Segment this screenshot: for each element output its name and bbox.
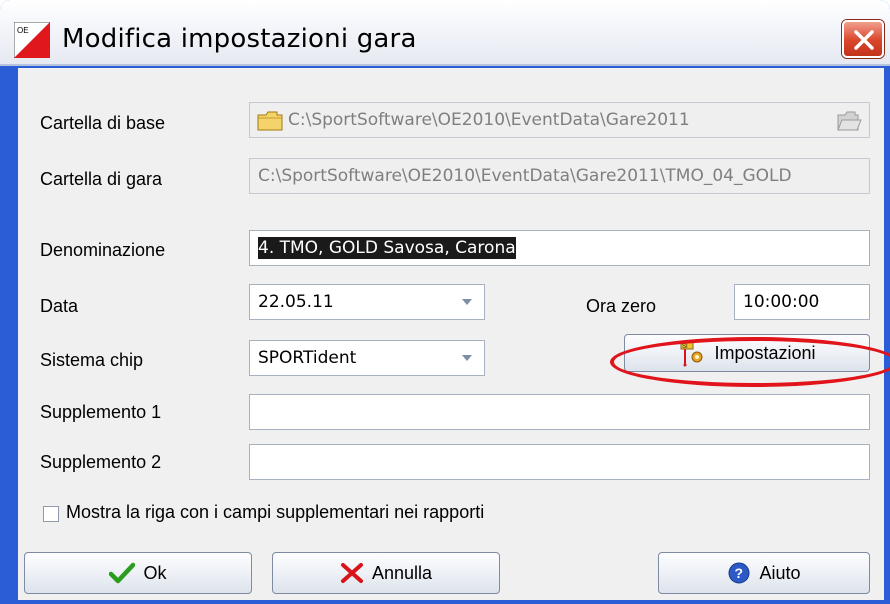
x-icon	[340, 563, 363, 583]
ok-button[interactable]: Ok	[24, 552, 252, 594]
close-icon	[854, 30, 874, 50]
chevron-down-icon[interactable]	[462, 299, 472, 305]
cartella-gara-field: C:\SportSoftware\OE2010\EventData\Gare20…	[249, 158, 870, 194]
window-bottom-border	[18, 600, 884, 604]
cartella-base-label: Cartella di base	[40, 113, 166, 133]
supplemento1-label: Supplemento 1	[40, 402, 162, 422]
chip-settings-icon: SI	[680, 340, 703, 367]
aiuto-button[interactable]: ? Aiuto	[658, 552, 870, 594]
close-button[interactable]	[842, 20, 884, 58]
browse-folder-icon[interactable]	[836, 111, 862, 131]
ora-zero-label: Ora zero	[586, 296, 657, 316]
sistema-chip-combo[interactable]: SPORTident	[249, 340, 485, 376]
svg-text:OE: OE	[17, 26, 29, 35]
denominazione-label: Denominazione	[40, 240, 166, 260]
impostazioni-button[interactable]: SI Impostazioni	[624, 334, 870, 372]
checkmark-icon	[109, 562, 136, 584]
ora-zero-input[interactable]: 10:00:00	[734, 284, 870, 320]
folder-icon	[257, 111, 283, 131]
supplemento2-label: Supplemento 2	[40, 452, 162, 472]
chevron-down-icon[interactable]	[462, 355, 472, 361]
annulla-button[interactable]: Annulla	[272, 552, 500, 594]
data-combo[interactable]: 22.05.11	[249, 284, 485, 320]
svg-text:?: ?	[735, 565, 744, 581]
supplemento1-input[interactable]	[249, 394, 870, 430]
sistema-chip-label: Sistema chip	[40, 350, 144, 370]
help-icon: ?	[728, 562, 750, 584]
supplemento2-input[interactable]	[249, 444, 870, 480]
dialog-window: OE Modifica impostazioni gara Cartella d…	[0, 0, 890, 604]
data-label: Data	[40, 296, 79, 316]
oe-app-icon: OE	[14, 22, 50, 58]
cartella-gara-label: Cartella di gara	[40, 169, 163, 189]
mostra-riga-checkbox[interactable]	[43, 506, 59, 522]
denominazione-input[interactable]: 4. TMO, GOLD Savosa, Carona	[249, 230, 870, 266]
cartella-base-field: C:\SportSoftware\OE2010\EventData\Gare20…	[249, 102, 870, 138]
window-title: Modifica impostazioni gara	[62, 24, 417, 54]
mostra-riga-label: Mostra la riga con i campi supplementari…	[66, 502, 485, 522]
title-bar: OE Modifica impostazioni gara	[0, 0, 890, 66]
dialog-body: Cartella di base C:\SportSoftware\OE2010…	[18, 68, 890, 604]
